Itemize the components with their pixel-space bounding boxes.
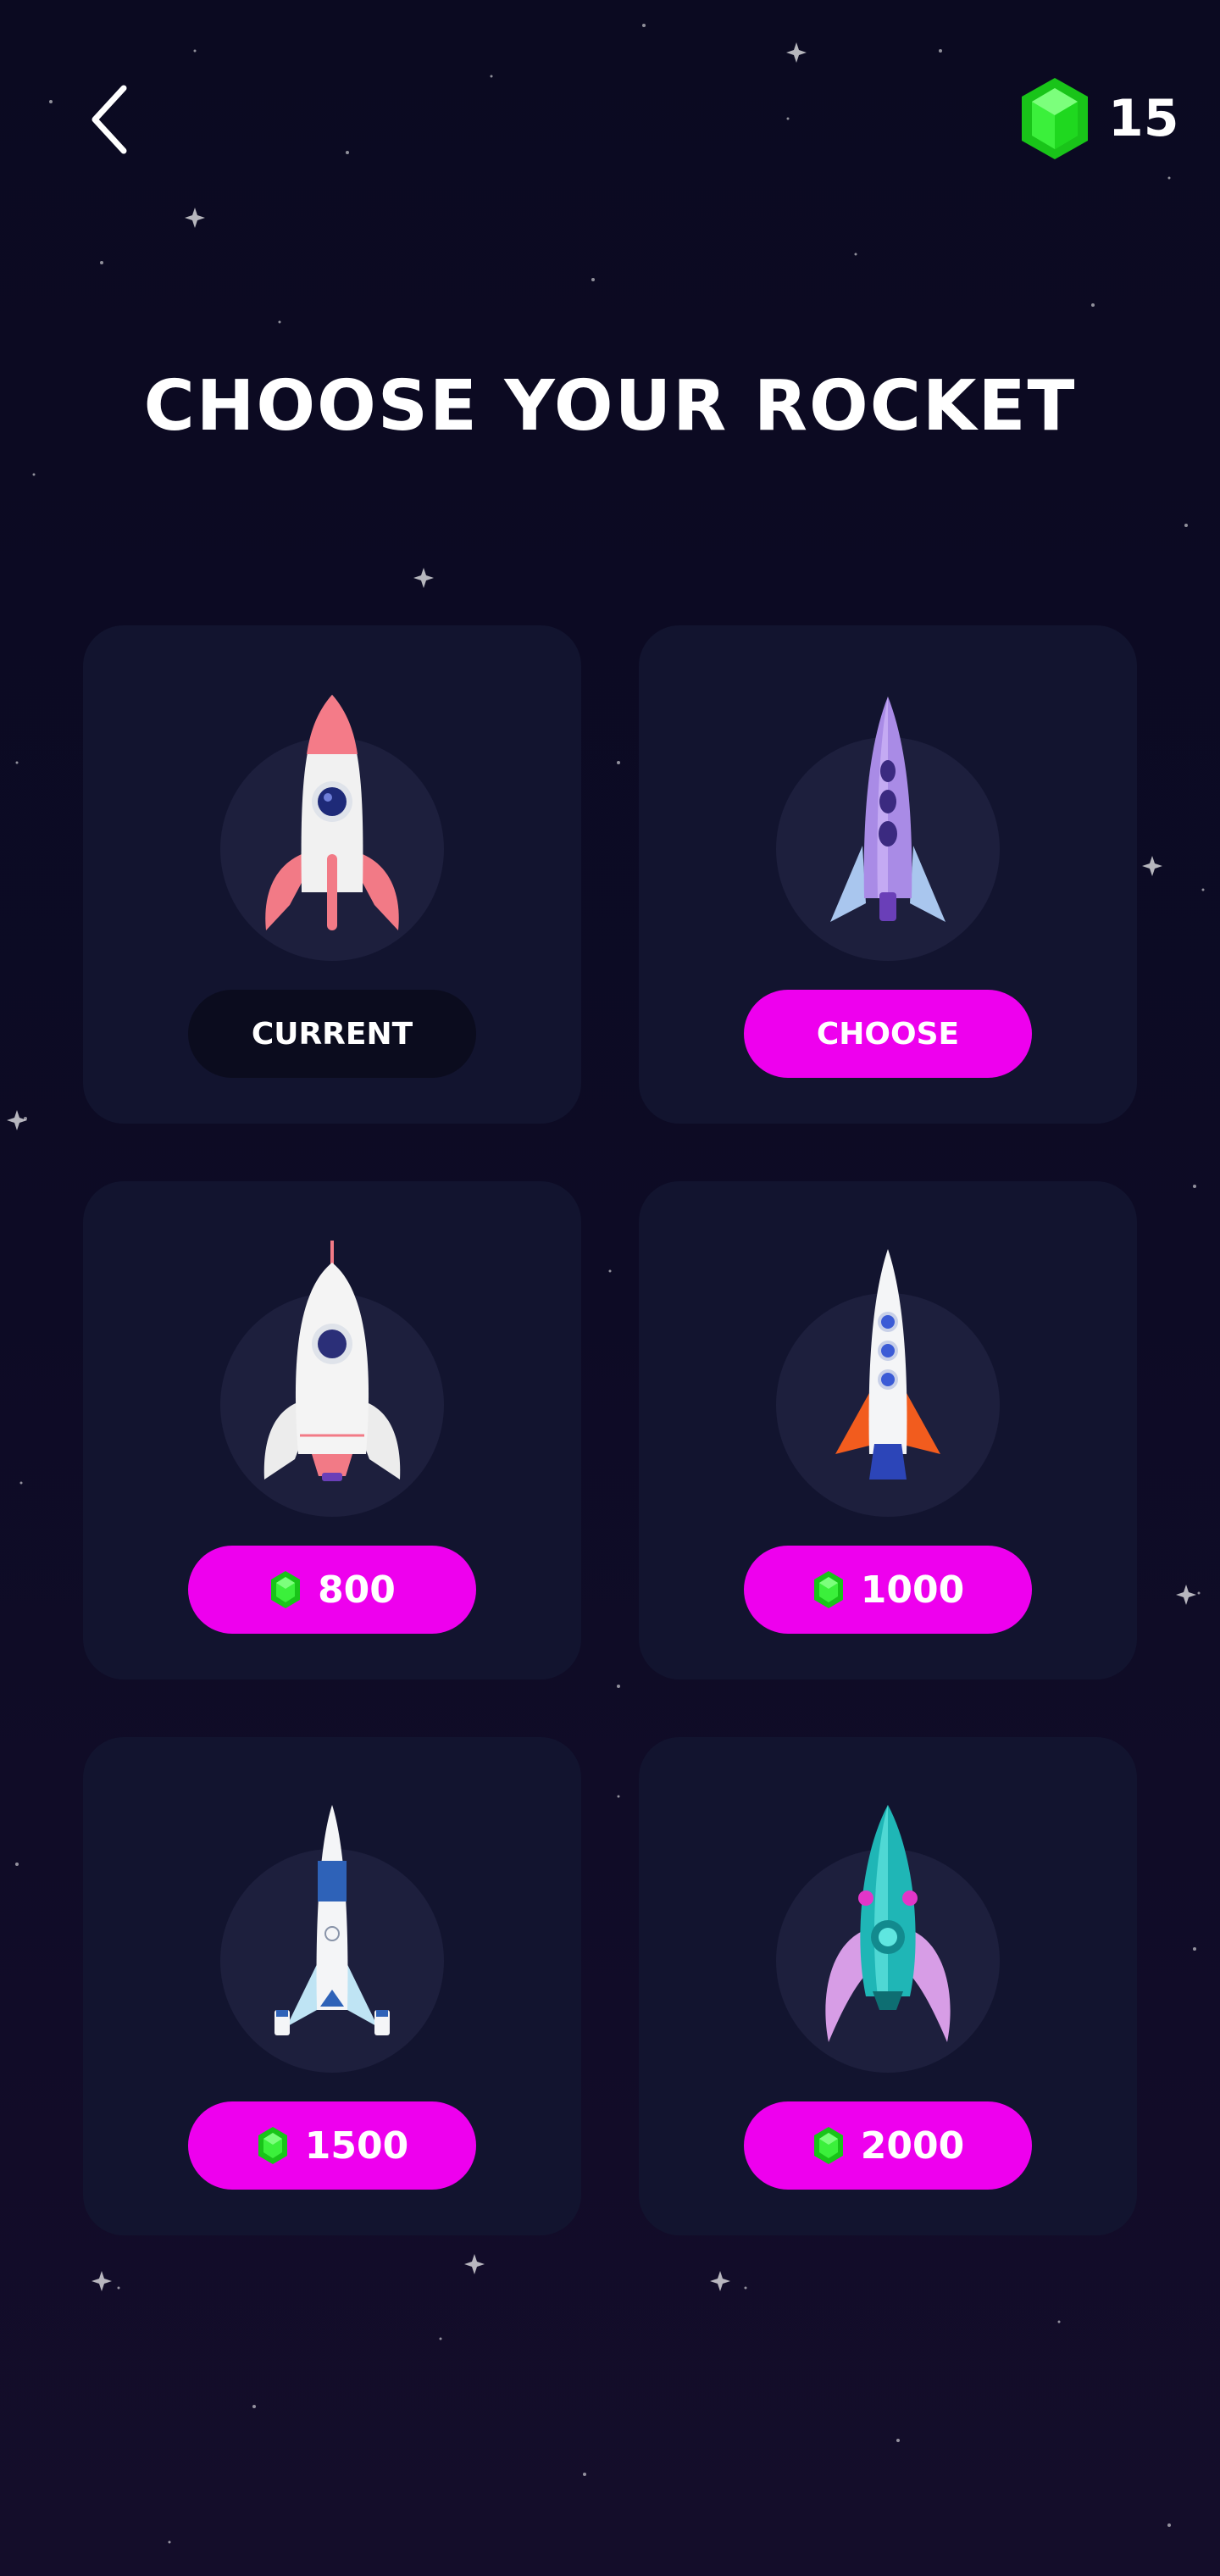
buy-button-800[interactable]: 800: [188, 1546, 476, 1634]
chevron-left-icon: [92, 85, 127, 154]
buy-button-2000[interactable]: 2000: [744, 2101, 1032, 2190]
button-label: CHOOSE: [816, 1016, 960, 1052]
buy-button-1500[interactable]: 1500: [188, 2101, 476, 2190]
rocket-card-1[interactable]: CURRENT: [83, 625, 581, 1124]
current-button[interactable]: CURRENT: [188, 990, 476, 1078]
rocket-card-4[interactable]: 1000: [639, 1181, 1137, 1679]
gem-icon: [813, 1571, 843, 1608]
gem-icon: [271, 1571, 301, 1608]
rocket-card-6[interactable]: 2000: [639, 1737, 1137, 2235]
rocket-card-5[interactable]: 1500: [83, 1737, 581, 2235]
gem-icon: [1022, 78, 1088, 159]
blue-white-rocket-icon: [274, 1805, 390, 2035]
teal-alien-rocket-icon: [825, 1805, 951, 2042]
gem-icon: [258, 2127, 287, 2164]
purple-rocket-icon: [830, 697, 946, 922]
orange-fin-rocket-icon: [835, 1249, 940, 1480]
pink-white-rocket-icon: [265, 695, 399, 930]
rocket-card-3[interactable]: 800: [83, 1181, 581, 1679]
price-label: 800: [318, 1568, 396, 1612]
gem-count: 15: [1108, 89, 1179, 148]
price-label: 1500: [304, 2124, 409, 2168]
choose-button[interactable]: CHOOSE: [744, 990, 1032, 1078]
page-title: CHOOSE YOUR ROCKET: [143, 366, 1077, 447]
rocket-card-2[interactable]: CHOOSE: [639, 625, 1137, 1124]
back-button[interactable]: [81, 81, 142, 158]
gem-balance: 15: [1017, 75, 1179, 163]
price-label: 1000: [860, 1568, 965, 1612]
price-label: 2000: [860, 2124, 965, 2168]
gem-icon: [813, 2127, 843, 2164]
buy-button-1000[interactable]: 1000: [744, 1546, 1032, 1634]
button-label: CURRENT: [251, 1016, 413, 1052]
white-round-rocket-icon: [263, 1241, 401, 1481]
